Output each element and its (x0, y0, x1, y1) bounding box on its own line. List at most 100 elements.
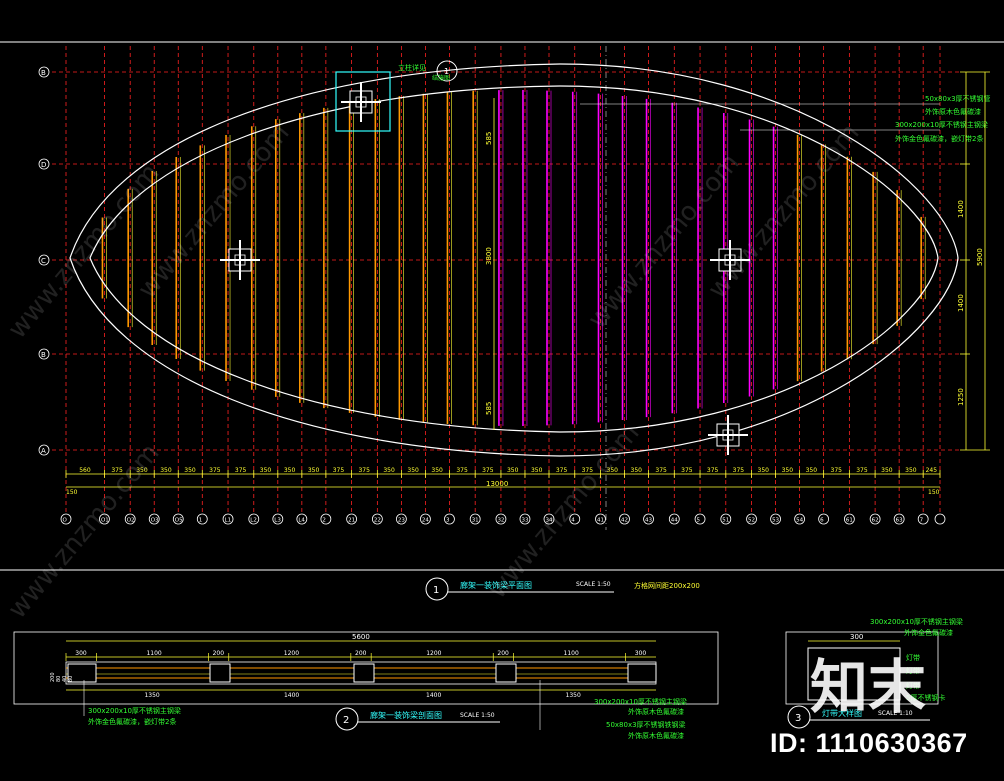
inner-dim-1: 585 (485, 132, 493, 145)
col-axis-label: 51 (722, 518, 729, 524)
bay-dim-label: 375 (358, 467, 370, 474)
col-axis-label: 33 (521, 518, 528, 524)
section-top-dim: 1200 (426, 650, 441, 657)
col-axis-label: 62 (872, 518, 879, 524)
bay-dim-label: 350 (507, 467, 519, 474)
col-axis-label: 54 (796, 518, 803, 524)
col-axis-label: 22 (374, 518, 381, 524)
plan-title-number: 1 (433, 585, 439, 596)
bay-dim-label: 350 (806, 467, 818, 474)
col-axis-label: 61 (846, 518, 853, 524)
col-axis-label: L3 (274, 518, 281, 524)
col-axis-label: 23 (398, 518, 405, 524)
inner-dim-2: 3800 (485, 247, 493, 265)
bay-dim-label: 350 (431, 467, 443, 474)
detail-ann-2: 外饰金色氟碳漆 (904, 628, 953, 637)
detail-ann-1: 300x200x10厚不锈钢主钢梁 (870, 617, 963, 626)
col-axis-label: O5 (175, 518, 183, 524)
section-top-dims: 300 1100 200 1200 200 1200 200 1100 300 (65, 650, 646, 661)
bay-dim-label: 375 (482, 467, 494, 474)
section-top-dim: 300 (75, 650, 87, 657)
col-axis-circle (934, 513, 946, 525)
section-ann-right-3: 50x80x3厚不锈钢铁钢梁 (606, 720, 686, 729)
bay-dim-label: 350 (782, 467, 794, 474)
row-axis-label: D (41, 161, 46, 169)
right-dim-3: 1250 (957, 388, 965, 406)
col-axis-label: L4 (298, 518, 305, 524)
section-top-dim: 1200 (284, 650, 299, 657)
plan-annotation-1: 50x80x3厚不锈钢管 (925, 94, 991, 103)
col-axis-label: O (63, 518, 68, 524)
section-bottom-dim: 1400 (426, 692, 441, 699)
column-ref-label: 立柱详见 (398, 63, 426, 72)
bay-dim-label: 350 (531, 467, 543, 474)
svg-text:www.znzmo.com: www.znzmo.com (482, 418, 645, 604)
col-axis-label: 6 (820, 518, 824, 524)
col-axis-label: 31 (472, 518, 479, 524)
plan-annotation-3: 300x200x10厚不锈钢主钢梁 (895, 120, 988, 129)
svg-text:www.znzmo.com: www.znzmo.com (2, 158, 165, 344)
right-edge-dim: 150 (928, 489, 940, 496)
col-axis-label: 44 (671, 518, 678, 524)
total-dim: 13000 (486, 480, 508, 488)
section-ann-right-4: 外饰原木色氟碳漆 (628, 731, 684, 740)
bay-dim-label: 375 (856, 467, 868, 474)
section-bottom-dim: 1350 (144, 692, 159, 699)
col-axis-label: 1 (199, 518, 203, 524)
bay-dim-label: 350 (260, 467, 272, 474)
section-top-dim: 1100 (564, 650, 579, 657)
decorative-beams (101, 90, 926, 426)
detail-title-number: 3 (795, 713, 801, 724)
bay-dim-label: 560 (79, 467, 91, 474)
bay-dim-label: 375 (707, 467, 719, 474)
bay-dim-label: 350 (308, 467, 320, 474)
section-top-dim: 200 (355, 650, 367, 657)
bay-dim-label: 350 (631, 467, 643, 474)
section-bottom-dim: 1350 (566, 692, 581, 699)
section-bottom-dim: 1400 (284, 692, 299, 699)
col-axis-label: 43 (645, 518, 652, 524)
section-bottom-dims: 1350 1400 1400 1350 (144, 692, 580, 699)
section-beam (65, 661, 657, 685)
svg-text:www.znzmo.com: www.znzmo.com (582, 148, 745, 334)
col-axis-label: 53 (772, 518, 779, 524)
col-axis-label: 52 (748, 518, 755, 524)
col-axis-label: L2 (250, 518, 257, 524)
col-axis-label: 3 (446, 518, 450, 524)
bay-dim-label: 375 (681, 467, 693, 474)
section-title-number: 2 (343, 715, 349, 726)
col-axis-label: 42 (621, 518, 628, 524)
section-height-dim: 80 (68, 676, 74, 682)
col-axis-label: L1 (225, 518, 232, 524)
bay-dimensions: 560 375 350 350 350 375 375 350 350 350 375 375 350 3… (65, 467, 941, 478)
plan-annotations: 50x80x3厚不锈钢管 外饰原木色氟碳漆 300x200x10厚不锈钢主钢梁 … (580, 94, 991, 143)
watermark: www.znzmo.com www.znzmo.com www.znzmo.co… (2, 118, 865, 624)
bay-dim-label: 375 (655, 467, 667, 474)
bay-dim-label: 375 (333, 467, 345, 474)
right-dim-2: 1400 (957, 294, 965, 312)
bay-dim-label: 350 (905, 467, 917, 474)
section-ann-right-1: 300x200x10厚不锈钢主钢梁 (594, 697, 687, 706)
section-scale: SCALE 1:50 (460, 712, 495, 719)
col-axis-label: 63 (896, 518, 903, 524)
col-axis-label: 24 (422, 518, 429, 524)
col-axis-label: 32 (497, 518, 504, 524)
plan-scale: SCALE 1:50 (576, 581, 611, 588)
bay-dim-label: 375 (831, 467, 843, 474)
right-dim-total: 5900 (976, 248, 984, 266)
inner-ellipse (89, 85, 939, 433)
section-ann-left-1: 300x200x10厚不锈钢主钢梁 (88, 706, 181, 715)
section-title: 廊架一装饰梁剖面图 (370, 710, 442, 720)
bay-dim-label: 375 (556, 467, 568, 474)
bay-dim-label: 375 (209, 467, 221, 474)
section-total-dim: 5600 (352, 633, 370, 641)
svg-text:www.znzmo.com: www.znzmo.com (132, 118, 295, 304)
section-top-dim: 200 (497, 650, 509, 657)
bay-dim-label: 350 (758, 467, 770, 474)
col-axis-label: 5 (697, 518, 701, 524)
col-axis-label: O2 (127, 518, 135, 524)
col-axis-label: 21 (348, 518, 355, 524)
bay-dim-label: 350 (383, 467, 395, 474)
column-axis-labels: O O1 O2 O3 O5 1 L1 L2 L3 L4 2 21 22 23 24 3 31 32 33 34 4 41 4… (60, 513, 946, 525)
bay-dim-label: 350 (881, 467, 893, 474)
